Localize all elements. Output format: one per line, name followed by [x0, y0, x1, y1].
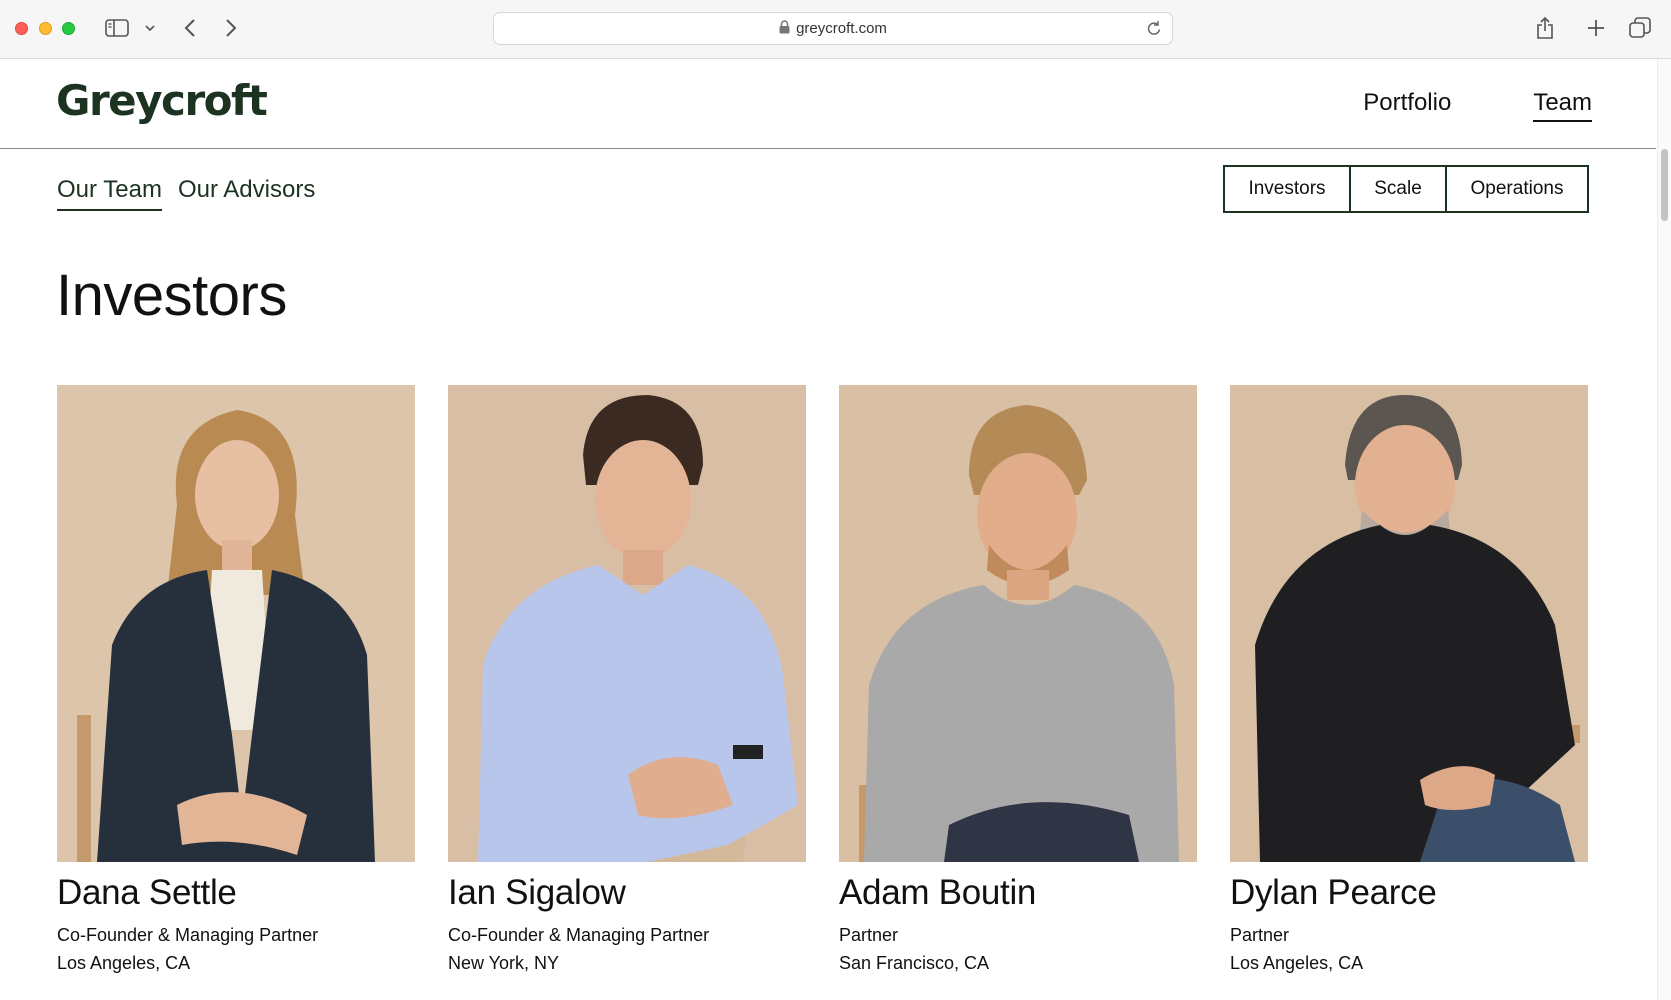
team-subnav: Our Team Our Advisors	[57, 176, 315, 211]
person-name[interactable]: Ian Sigalow	[448, 872, 806, 914]
share-icon[interactable]	[1534, 14, 1556, 42]
person-location: Los Angeles, CA	[57, 953, 191, 973]
team-card-list: Dana Settle Co-Founder & Managing Partne…	[57, 385, 1588, 974]
team-card[interactable]: Ian Sigalow Co-Founder & Managing Partne…	[448, 385, 806, 974]
lock-icon	[779, 19, 790, 38]
nav-portfolio-link[interactable]: Portfolio	[1363, 89, 1451, 122]
team-card[interactable]: Adam Boutin Partner San Francisco, CA	[839, 385, 1197, 974]
team-card[interactable]: Dana Settle Co-Founder & Managing Partne…	[57, 385, 415, 974]
page-scrollbar[interactable]	[1657, 59, 1671, 1000]
minimize-window-button[interactable]	[39, 22, 52, 35]
close-window-button[interactable]	[15, 22, 28, 35]
filter-scale-button[interactable]: Scale	[1349, 167, 1445, 211]
tab-our-advisors[interactable]: Our Advisors	[178, 176, 315, 211]
person-title: Partner	[839, 925, 899, 945]
person-photo[interactable]	[57, 385, 415, 862]
person-photo[interactable]	[839, 385, 1197, 862]
nav-team-link[interactable]: Team	[1533, 89, 1592, 122]
person-title: Co-Founder & Managing Partner	[57, 925, 319, 945]
person-title: Partner	[1230, 925, 1290, 945]
main-nav: Portfolio Team	[1363, 89, 1592, 122]
person-photo[interactable]	[1230, 385, 1588, 862]
site-header: Greycroft Portfolio Team	[0, 59, 1656, 149]
team-card[interactable]: Dylan Pearce Partner Los Angeles, CA	[1230, 385, 1588, 974]
tab-overview-icon[interactable]	[1629, 14, 1651, 42]
scrollbar-thumb[interactable]	[1661, 149, 1668, 221]
chevron-down-icon[interactable]	[143, 14, 157, 42]
person-name[interactable]: Dana Settle	[57, 872, 415, 914]
section-title: Investors	[56, 263, 287, 328]
filter-operations-button[interactable]: Operations	[1445, 167, 1587, 211]
filter-investors-button[interactable]: Investors	[1225, 167, 1349, 211]
forward-icon[interactable]	[221, 14, 241, 42]
tab-our-team[interactable]: Our Team	[57, 176, 162, 211]
back-icon[interactable]	[180, 14, 200, 42]
person-name[interactable]: Adam Boutin	[839, 872, 1197, 914]
greycroft-logo[interactable]: Greycroft	[56, 76, 268, 125]
reload-icon[interactable]	[1146, 20, 1162, 42]
browser-toolbar: greycroft.com	[0, 0, 1671, 59]
person-location: Los Angeles, CA	[1230, 953, 1364, 973]
zoom-window-button[interactable]	[62, 22, 75, 35]
person-location: New York, NY	[448, 953, 560, 973]
url-text: greycroft.com	[796, 20, 887, 37]
person-location: San Francisco, CA	[839, 953, 990, 973]
person-title: Co-Founder & Managing Partner	[448, 925, 710, 945]
sidebar-toggle-icon[interactable]	[104, 14, 130, 42]
new-tab-icon[interactable]	[1586, 14, 1606, 42]
team-filter-group: Investors Scale Operations	[1223, 165, 1589, 213]
person-photo[interactable]	[448, 385, 806, 862]
person-name[interactable]: Dylan Pearce	[1230, 872, 1588, 914]
address-bar[interactable]: greycroft.com	[493, 12, 1173, 45]
